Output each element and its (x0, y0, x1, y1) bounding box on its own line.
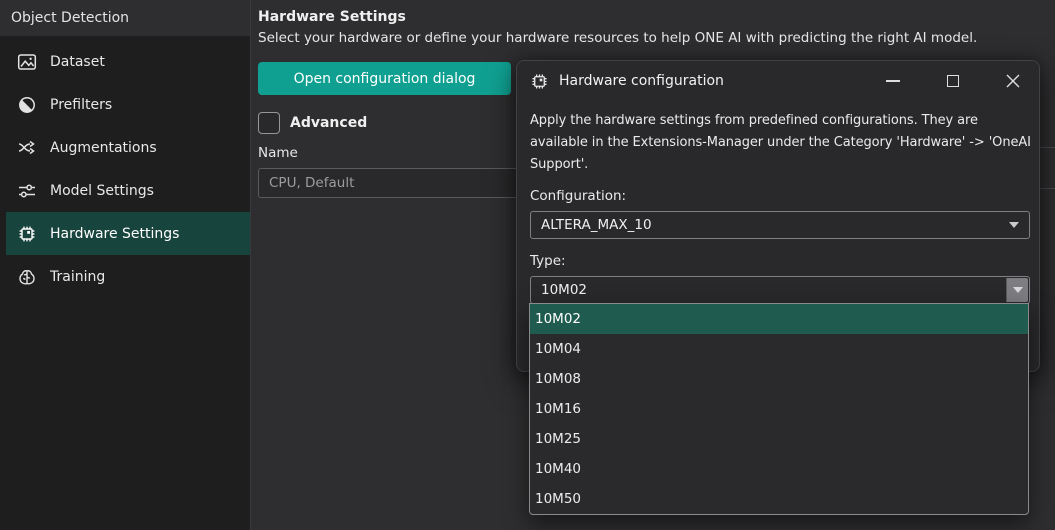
training-brain-icon (17, 267, 37, 287)
dropdown-option[interactable]: 10M08 (530, 364, 1028, 394)
advanced-row: Advanced (258, 112, 367, 134)
sidebar: Object Detection Dataset Prefilters (0, 0, 251, 530)
maximize-icon[interactable] (943, 71, 963, 91)
window-controls (883, 71, 1023, 91)
open-configuration-dialog-button[interactable]: Open configuration dialog (258, 62, 511, 95)
dataset-image-icon (17, 52, 37, 72)
page-title: Hardware Settings (258, 9, 406, 25)
name-label: Name (258, 145, 298, 161)
minimize-icon[interactable] (883, 71, 903, 91)
dialog-titlebar[interactable]: Hardware configuration (517, 61, 1039, 101)
sidebar-item-model-settings[interactable]: Model Settings (0, 169, 250, 212)
sidebar-nav: Dataset Prefilters Augmentations (0, 40, 250, 298)
sidebar-item-label: Training (50, 269, 105, 285)
dropdown-option[interactable]: 10M02 (530, 304, 1028, 334)
augmentations-shuffle-icon (17, 138, 37, 158)
dialog-title: Hardware configuration (559, 73, 724, 89)
sidebar-item-hardware-settings[interactable]: Hardware Settings (6, 212, 250, 255)
hardware-chip-icon (17, 224, 37, 244)
type-value: 10M02 (541, 282, 587, 298)
sidebar-item-prefilters[interactable]: Prefilters (0, 83, 250, 126)
sidebar-item-augmentations[interactable]: Augmentations (0, 126, 250, 169)
configuration-label: Configuration: (530, 188, 1030, 204)
sidebar-item-label: Model Settings (50, 183, 154, 199)
dialog-body: Apply the hardware settings from predefi… (517, 101, 1039, 304)
type-label: Type: (530, 253, 1030, 269)
dropdown-option[interactable]: 10M40 (530, 454, 1028, 484)
prefilters-icon (17, 95, 37, 115)
sidebar-item-label: Augmentations (50, 140, 157, 156)
configuration-combobox[interactable]: ALTERA_MAX_10 (530, 211, 1030, 239)
hardware-chip-icon (530, 72, 549, 91)
sidebar-header: Object Detection (0, 0, 250, 36)
type-dropdown-list: 10M02 10M04 10M08 10M16 10M25 10M40 10M5… (529, 303, 1029, 515)
close-icon[interactable] (1003, 71, 1023, 91)
chevron-down-icon (1009, 222, 1019, 228)
dropdown-option[interactable]: 10M25 (530, 424, 1028, 454)
configuration-value: ALTERA_MAX_10 (541, 217, 652, 233)
hardware-configuration-dialog: Hardware configuration Apply the hardwar… (516, 60, 1040, 372)
dialog-description: Apply the hardware settings from predefi… (530, 110, 1032, 176)
dropdown-option[interactable]: 10M16 (530, 394, 1028, 424)
chevron-down-icon (1013, 287, 1023, 293)
model-settings-sliders-icon (17, 181, 37, 201)
sidebar-item-dataset[interactable]: Dataset (0, 40, 250, 83)
dropdown-option[interactable]: 10M50 (530, 484, 1028, 514)
advanced-label: Advanced (290, 115, 367, 131)
advanced-checkbox[interactable] (258, 112, 280, 134)
background-field-sliver (1039, 147, 1055, 189)
page-description: Select your hardware or define your hard… (258, 30, 977, 46)
sidebar-item-label: Hardware Settings (50, 226, 179, 242)
type-dropdown-button[interactable] (1006, 278, 1028, 302)
type-combobox[interactable]: 10M02 (530, 276, 1030, 304)
sidebar-item-label: Dataset (50, 54, 105, 70)
dropdown-option[interactable]: 10M04 (530, 334, 1028, 364)
sidebar-item-training[interactable]: Training (0, 255, 250, 298)
sidebar-item-label: Prefilters (50, 97, 112, 113)
